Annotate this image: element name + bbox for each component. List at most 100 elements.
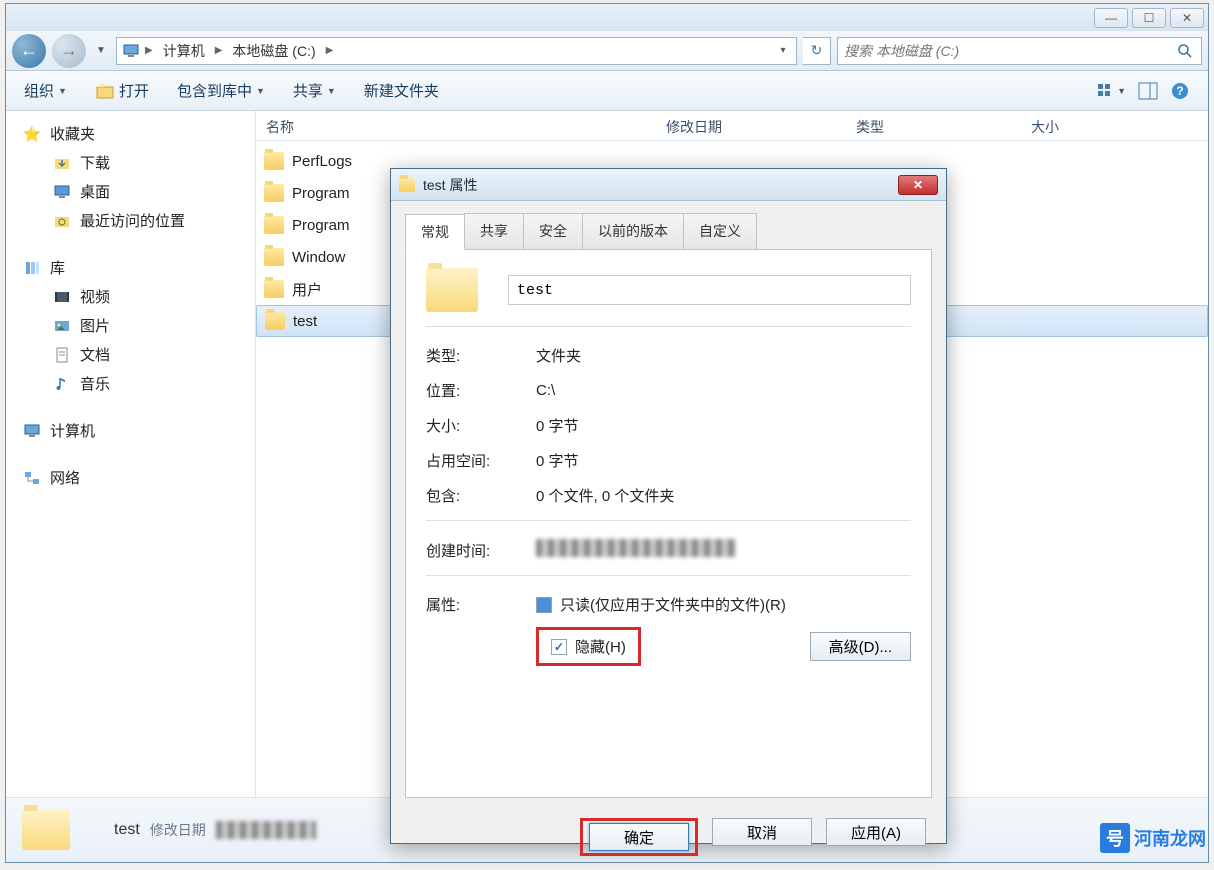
window-titlebar: — ☐ ✕: [6, 4, 1208, 31]
folder-icon: [426, 268, 478, 312]
sidebar-libraries[interactable]: 库: [8, 253, 253, 282]
created-label: 创建时间:: [426, 540, 536, 561]
column-size[interactable]: 大小: [1021, 111, 1171, 140]
tab-customize[interactable]: 自定义: [683, 213, 757, 249]
new-folder-button[interactable]: 新建文件夹: [364, 80, 439, 101]
search-box: [837, 37, 1202, 65]
sidebar-computer[interactable]: 计算机: [8, 416, 253, 445]
sidebar-favorites[interactable]: ⭐收藏夹: [8, 119, 253, 148]
readonly-label: 只读(仅应用于文件夹中的文件)(R): [560, 594, 786, 615]
dialog-title: test 属性: [423, 175, 477, 195]
contains-value: 0 个文件, 0 个文件夹: [536, 485, 911, 506]
censored-value: [216, 821, 316, 839]
maximize-button[interactable]: ☐: [1132, 8, 1166, 28]
dialog-tabs: 常规 共享 安全 以前的版本 自定义: [405, 213, 932, 250]
breadcrumb-drive[interactable]: 本地磁盘 (C:): [226, 39, 321, 63]
folder-name-input[interactable]: [508, 275, 911, 305]
hidden-checkbox[interactable]: [551, 639, 567, 655]
tab-general[interactable]: 常规: [405, 214, 465, 250]
folder-icon: [22, 810, 70, 850]
close-button[interactable]: ✕: [1170, 8, 1204, 28]
sidebar-music[interactable]: 音乐: [8, 369, 253, 398]
tab-sharing[interactable]: 共享: [464, 213, 524, 249]
ok-button[interactable]: 确定: [589, 823, 689, 851]
watermark: 号 河南龙网: [1100, 823, 1206, 853]
created-value: [536, 539, 911, 561]
folder-icon: [264, 248, 284, 266]
folder-icon: [265, 312, 285, 330]
properties-dialog: test 属性 ✕ 常规 共享 安全 以前的版本 自定义 类型:文件夹 位置:C…: [390, 168, 947, 844]
column-date[interactable]: 修改日期: [656, 111, 846, 140]
disk-label: 占用空间:: [426, 450, 536, 471]
search-icon[interactable]: [1175, 41, 1195, 61]
video-icon: [52, 287, 72, 307]
sidebar-recent[interactable]: 最近访问的位置: [8, 206, 253, 235]
chevron-right-icon[interactable]: ▶: [324, 45, 336, 56]
size-value: 0 字节: [536, 415, 911, 436]
picture-icon: [52, 316, 72, 336]
sidebar-network[interactable]: 网络: [8, 463, 253, 492]
folder-icon: [264, 184, 284, 202]
forward-button[interactable]: →: [52, 34, 86, 68]
back-button[interactable]: ←: [12, 34, 46, 68]
share-menu[interactable]: 共享▼: [293, 80, 336, 101]
chevron-right-icon[interactable]: ▶: [143, 45, 155, 56]
folder-icon: [264, 152, 284, 170]
advanced-button[interactable]: 高级(D)...: [810, 632, 911, 661]
search-input[interactable]: [844, 43, 1175, 59]
sidebar-videos[interactable]: 视频: [8, 282, 253, 311]
address-dropdown[interactable]: ▾: [774, 40, 792, 62]
type-label: 类型:: [426, 345, 536, 366]
navigation-sidebar: ⭐收藏夹 下载 桌面 最近访问的位置 库 视频 图片 文档 音乐 计算机 网络: [6, 111, 256, 797]
breadcrumb-computer[interactable]: 计算机: [157, 39, 211, 63]
recent-icon: [52, 211, 72, 231]
navigation-bar: ← → ▼ ▶ 计算机 ▶ 本地磁盘 (C:) ▶ ▾ ↻: [6, 31, 1208, 71]
history-dropdown[interactable]: ▼: [92, 40, 110, 62]
location-label: 位置:: [426, 380, 536, 401]
tab-security[interactable]: 安全: [523, 213, 583, 249]
sidebar-downloads[interactable]: 下载: [8, 148, 253, 177]
sidebar-desktop[interactable]: 桌面: [8, 177, 253, 206]
minimize-button[interactable]: —: [1094, 8, 1128, 28]
help-icon[interactable]: ?: [1170, 81, 1190, 101]
library-icon: [22, 258, 42, 278]
sidebar-pictures[interactable]: 图片: [8, 311, 253, 340]
include-library-menu[interactable]: 包含到库中▼: [177, 80, 265, 101]
column-name[interactable]: 名称: [256, 111, 656, 140]
apply-button[interactable]: 应用(A): [826, 818, 926, 846]
hidden-label: 隐藏(H): [575, 636, 626, 657]
computer-icon: [22, 421, 42, 441]
readonly-checkbox[interactable]: [536, 597, 552, 613]
folder-icon: [399, 178, 415, 192]
chevron-right-icon[interactable]: ▶: [213, 45, 225, 56]
open-button[interactable]: 打开: [95, 80, 149, 101]
organize-menu[interactable]: 组织▼: [24, 80, 67, 101]
star-icon: ⭐: [22, 124, 42, 144]
computer-icon: [121, 41, 141, 61]
column-type[interactable]: 类型: [846, 111, 1021, 140]
cancel-button[interactable]: 取消: [712, 818, 812, 846]
svg-text:?: ?: [1176, 84, 1183, 98]
folder-icon: [264, 280, 284, 298]
dialog-buttons: 确定 取消 应用(A): [391, 806, 946, 870]
desktop-icon: [52, 182, 72, 202]
music-icon: [52, 374, 72, 394]
tab-previous[interactable]: 以前的版本: [582, 213, 684, 249]
disk-value: 0 字节: [536, 450, 911, 471]
hidden-highlight: 隐藏(H): [536, 627, 641, 666]
size-label: 大小:: [426, 415, 536, 436]
ok-highlight: 确定: [580, 818, 698, 856]
refresh-button[interactable]: ↻: [803, 37, 831, 65]
preview-pane-icon[interactable]: [1138, 82, 1158, 100]
general-tab-page: 类型:文件夹 位置:C:\ 大小:0 字节 占用空间:0 字节 包含:0 个文件…: [405, 250, 932, 798]
address-bar: ▶ 计算机 ▶ 本地磁盘 (C:) ▶ ▾: [116, 37, 797, 65]
dialog-close-button[interactable]: ✕: [898, 175, 938, 195]
sidebar-documents[interactable]: 文档: [8, 340, 253, 369]
location-value: C:\: [536, 382, 911, 399]
command-toolbar: 组织▼ 打开 包含到库中▼ 共享▼ 新建文件夹 ▼ ?: [6, 71, 1208, 111]
view-options-icon[interactable]: ▼: [1097, 82, 1126, 100]
watermark-icon: 号: [1100, 823, 1130, 853]
dialog-titlebar: test 属性 ✕: [391, 169, 946, 201]
column-headers: 名称 修改日期 类型 大小: [256, 111, 1208, 141]
document-icon: [52, 345, 72, 365]
